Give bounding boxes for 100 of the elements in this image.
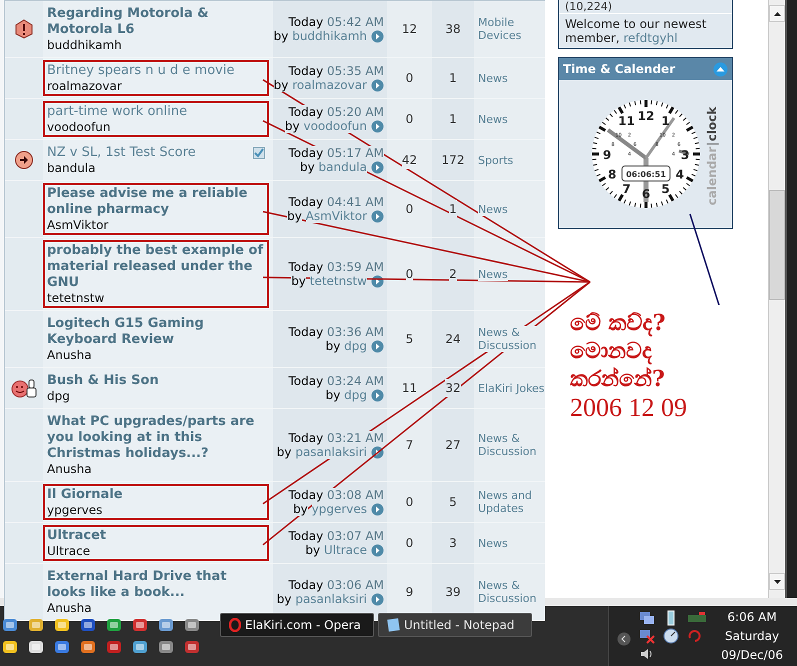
thread-author[interactable]: Anusha: [47, 462, 265, 476]
panel-title: Time & Calender: [563, 61, 676, 78]
last-post-date: Today 03:06 AM: [288, 578, 384, 592]
clock-day: Saturday: [725, 626, 780, 646]
go-to-post-icon[interactable]: [371, 274, 384, 288]
welcome-text: Welcome to our newest member, refdtgyhl: [559, 13, 732, 48]
go-to-post-icon[interactable]: [371, 78, 384, 92]
clock-number: 1: [660, 114, 670, 128]
thread-title-link[interactable]: NZ v SL, 1st Test Score: [47, 145, 196, 161]
gauge-icon[interactable]: [663, 628, 680, 644]
forum-link[interactable]: News: [478, 536, 508, 550]
thread-author[interactable]: voodoofun: [47, 120, 265, 134]
scrollbar[interactable]: [768, 0, 785, 598]
thread-title-link[interactable]: part-time work online: [47, 104, 188, 120]
network-error-icon[interactable]: [639, 628, 656, 644]
forum-link[interactable]: News: [478, 112, 508, 126]
go-to-post-icon[interactable]: [371, 210, 384, 222]
clock-number: 9: [602, 148, 611, 162]
thread-author[interactable]: roalmazovar: [47, 79, 265, 93]
clock-brand: clock: [704, 106, 718, 142]
go-to-post-icon[interactable]: [371, 502, 384, 516]
last-poster-link[interactable]: dpg: [344, 388, 367, 402]
views-count: 1: [449, 200, 457, 218]
thread-title-link[interactable]: probably the best example of material released under the GNU: [47, 243, 265, 291]
clock-number: 7: [622, 182, 630, 196]
thread-title-link[interactable]: Il Giornale: [47, 487, 123, 503]
scroll-up-icon[interactable]: [769, 5, 785, 22]
warning-icon: [14, 19, 34, 39]
thread-title-link[interactable]: Bush & His Son: [47, 373, 159, 389]
collapse-icon[interactable]: [713, 62, 728, 76]
notepad-icon: [387, 618, 400, 632]
by-label: by: [274, 29, 288, 43]
by-label: by: [276, 445, 292, 459]
thread-author[interactable]: AsmViktor: [47, 218, 265, 232]
arrow-right-icon: [14, 150, 34, 170]
last-poster-link[interactable]: tetetnstw: [310, 274, 367, 288]
last-poster-link[interactable]: bandula: [318, 160, 367, 174]
last-poster-link[interactable]: Ultrace: [324, 543, 367, 557]
scroll-down-icon[interactable]: [769, 573, 785, 590]
digital-time: 06:06:51: [621, 166, 670, 182]
go-to-post-icon[interactable]: [371, 544, 384, 556]
last-poster-link[interactable]: roalmazovar: [292, 78, 367, 92]
thread-author[interactable]: bandula: [47, 161, 265, 175]
clock-number: 11: [618, 114, 634, 128]
go-to-post-icon[interactable]: [371, 120, 384, 132]
thread-author[interactable]: Anusha: [47, 601, 265, 615]
last-post-date: Today 03:36 AM: [288, 325, 384, 339]
thread-title-link[interactable]: What PC upgrades/parts are you looking at in this Christmas holidays...?: [47, 414, 265, 462]
forum-link[interactable]: News: [478, 268, 508, 280]
by-label: by: [291, 274, 306, 288]
thread-title-link[interactable]: Britney spears n u d e movie: [47, 63, 234, 79]
last-poster-link[interactable]: buddhikamh: [292, 29, 367, 43]
newest-member-link[interactable]: refdtgyhl: [623, 31, 678, 45]
annotation-date: 2006 12 09: [570, 393, 688, 423]
by-label: by: [284, 119, 300, 133]
by-label: by: [326, 339, 340, 353]
last-poster-link[interactable]: AsmViktor: [306, 209, 367, 223]
swirl-icon[interactable]: [687, 628, 704, 644]
clock-number: 12: [637, 109, 654, 123]
thread-title-link[interactable]: External Hard Drive that looks like a book...: [47, 569, 265, 601]
scroll-thumb[interactable]: [769, 190, 785, 300]
thread-author[interactable]: buddhikamh: [47, 38, 265, 52]
browser-logo-icon: [229, 618, 241, 632]
forum-link[interactable]: ElaKiri Jokes: [478, 382, 545, 394]
last-post-date: Today 05:42 AM: [288, 15, 384, 29]
forum-link[interactable]: Sports: [478, 154, 514, 166]
taskbar-button[interactable]: ElaKiri.com - Opera: [220, 613, 374, 637]
thread-title-link[interactable]: Regarding Motorola & Motorola L6: [47, 6, 265, 38]
forum-link[interactable]: News: [478, 72, 508, 84]
clock-time: 6:06 AM: [727, 608, 777, 626]
thread-author[interactable]: dpg: [47, 389, 265, 403]
last-poster-link[interactable]: pasanlaksiri: [295, 592, 367, 606]
last-poster-link[interactable]: pasanlaksiri: [295, 445, 367, 459]
annotation-text: මොනවද: [570, 337, 653, 365]
clock-number: 5: [660, 182, 670, 196]
go-to-post-icon[interactable]: [371, 446, 384, 458]
go-to-post-icon[interactable]: [371, 160, 384, 174]
thread-author[interactable]: Ultrace: [47, 544, 265, 558]
by-label: by: [326, 388, 340, 402]
thread-author[interactable]: Anusha: [47, 348, 265, 362]
go-to-post-icon[interactable]: [371, 592, 384, 606]
forum-link[interactable]: News: [478, 202, 508, 216]
last-post-date: Today 03:21 AM: [288, 431, 384, 445]
go-to-post-icon[interactable]: [371, 340, 384, 352]
thread-title-link[interactable]: Logitech G15 Gaming Keyboard Review: [47, 316, 265, 348]
last-poster-link[interactable]: dpg: [344, 339, 367, 353]
last-poster-link[interactable]: voodoofun: [303, 119, 367, 133]
member-count: (10,224): [564, 0, 614, 13]
last-poster-link[interactable]: ypgerves: [312, 502, 367, 516]
chevron-left-icon[interactable]: [617, 632, 632, 646]
clock-date: 09/Dec/06: [721, 646, 783, 664]
thread-author[interactable]: tetetnstw: [47, 291, 265, 305]
go-to-post-icon[interactable]: [371, 388, 384, 402]
thread-title-link[interactable]: Ultracet: [47, 528, 106, 544]
go-to-post-icon[interactable]: [371, 30, 384, 42]
thread-author[interactable]: ypgerves: [47, 503, 265, 517]
clock-brand-separator: |: [704, 142, 718, 146]
annotation-text: මේ කව්ද?: [570, 309, 667, 337]
thread-title-link[interactable]: Please advise me a reliable online pharmacy: [47, 186, 265, 218]
taskbar-button[interactable]: Untitled - Notepad: [378, 613, 532, 637]
